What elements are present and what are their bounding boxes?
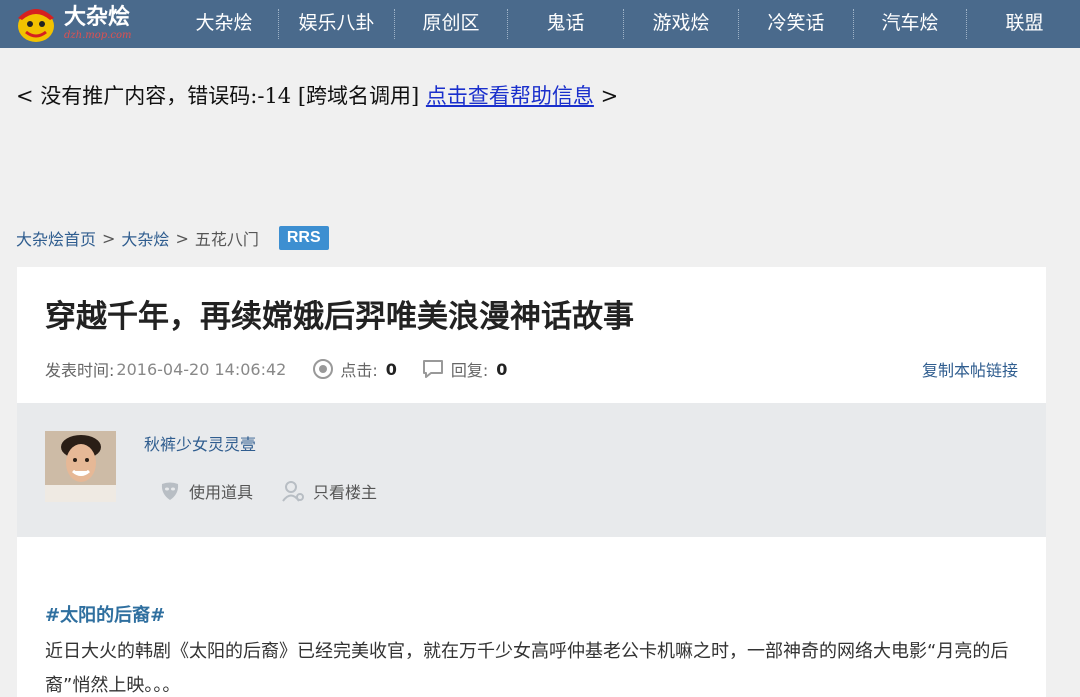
copy-post-link[interactable]: 复制本帖链接	[922, 357, 1018, 381]
breadcrumb-home[interactable]: 大杂烩首页	[16, 226, 96, 250]
nav-item-original[interactable]: 原创区	[395, 0, 507, 48]
replies-count: 0	[496, 359, 508, 379]
breadcrumb: 大杂烩首页 > 大杂烩 > 五花八门 RRS	[16, 224, 329, 252]
user-icon	[282, 481, 305, 502]
nav-item-games[interactable]: 游戏烩	[624, 0, 738, 48]
nav-item-dazahui[interactable]: 大杂烩	[170, 0, 278, 48]
only-op-button[interactable]: 只看楼主	[281, 479, 377, 503]
post-time-value: 2016-04-20 14:06:42	[116, 359, 287, 379]
nav-menu: 大杂烩 娱乐八卦 原创区 鬼话 游戏烩 冷笑话 汽车烩 联盟	[170, 0, 1080, 48]
rss-badge[interactable]: RRS	[278, 226, 329, 250]
post-replies: 回复: 0	[421, 357, 508, 381]
post-clicks: 点击: 0	[312, 357, 397, 381]
post-hashtag[interactable]: #太阳的后裔#	[45, 601, 165, 627]
author-actions: 使用道具 只看楼主	[159, 479, 405, 503]
ad-error-notice: < 没有推广内容，错误码:-14 [跨域名调用] 点击查看帮助信息 >	[16, 80, 618, 110]
author-panel: 秋裤少女灵灵壹 使用道具 只看楼主	[17, 403, 1046, 537]
replies-label: 回复:	[450, 361, 489, 380]
logo-title: 大杂烩	[64, 5, 131, 30]
top-nav: 大杂烩 dzh.mop.com 大杂烩 娱乐八卦 原创区 鬼话 游戏烩 冷笑话 …	[0, 0, 1080, 48]
post-meta: 发表时间: 2016-04-20 14:06:42 点击: 0 回复: 0	[45, 357, 507, 381]
use-props-button[interactable]: 使用道具	[159, 479, 253, 503]
use-props-label: 使用道具	[189, 483, 254, 502]
ad-help-link[interactable]: 点击查看帮助信息	[426, 84, 594, 108]
eye-icon	[313, 359, 334, 379]
ad-error-text: < 没有推广内容，错误码:-14 [跨域名调用]	[16, 84, 426, 108]
comment-icon	[422, 360, 443, 378]
author-name[interactable]: 秋裤少女灵灵壹	[144, 431, 256, 455]
nav-item-jokes[interactable]: 冷笑话	[739, 0, 853, 48]
nav-item-entertainment[interactable]: 娱乐八卦	[279, 0, 394, 48]
post-paragraph: 近日大火的韩剧《太阳的后裔》已经完美收官，就在万千少女高呼仲基老公卡机嘛之时，一…	[45, 641, 1009, 696]
post-title: 穿越千年，再续嫦娥后羿唯美浪漫神话故事	[45, 299, 634, 335]
avatar[interactable]	[45, 431, 116, 502]
post-header: 穿越千年，再续嫦娥后羿唯美浪漫神话故事 发表时间: 2016-04-20 14:…	[17, 267, 1046, 403]
breadcrumb-current: 五花八门	[194, 230, 259, 249]
clicks-count: 0	[385, 359, 397, 379]
only-op-label: 只看楼主	[313, 483, 378, 502]
nav-item-alliance[interactable]: 联盟	[967, 0, 1080, 48]
site-logo[interactable]: 大杂烩 dzh.mop.com	[14, 2, 164, 46]
nav-item-cars[interactable]: 汽车烩	[854, 0, 966, 48]
post-time-label: 发表时间:	[45, 361, 115, 380]
post-body: #太阳的后裔# 近日大火的韩剧《太阳的后裔》已经完美收官，就在万千少女高呼仲基老…	[17, 537, 1046, 697]
breadcrumb-separator: >	[175, 228, 189, 248]
clicks-label: 点击:	[340, 361, 378, 380]
breadcrumb-separator: >	[102, 228, 116, 248]
nav-item-ghost-stories[interactable]: 鬼话	[508, 0, 623, 48]
breadcrumb-section[interactable]: 大杂烩	[121, 226, 169, 250]
mask-icon	[161, 482, 179, 500]
mascot-icon	[14, 4, 58, 44]
logo-url: dzh.mop.com	[64, 30, 132, 41]
ad-error-suffix: >	[593, 84, 619, 108]
